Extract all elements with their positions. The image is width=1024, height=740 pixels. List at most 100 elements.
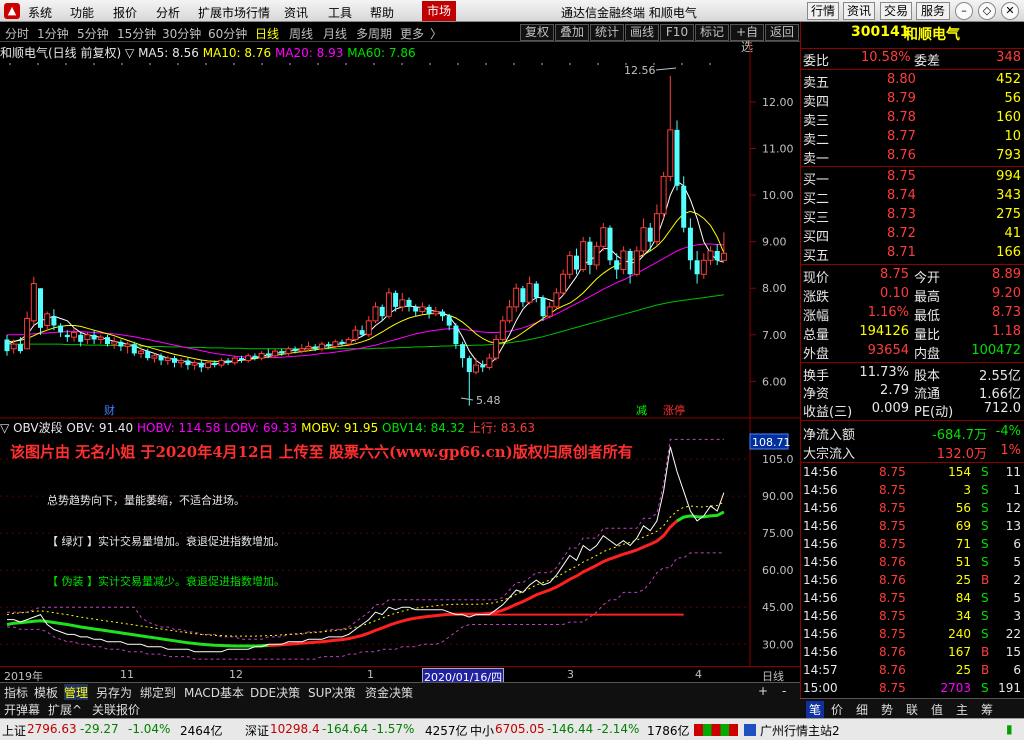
tab-sup[interactable]: SUP决策: [308, 684, 356, 701]
quote-tab-1[interactable]: 价: [831, 701, 843, 718]
tab-news[interactable]: 资讯: [843, 2, 875, 20]
tab-template[interactable]: 模板: [34, 684, 58, 701]
tab-service[interactable]: 服务: [916, 2, 950, 20]
tab-extend[interactable]: 扩展^: [48, 701, 82, 718]
tab-save-as[interactable]: 另存为: [96, 684, 132, 701]
buy-row[interactable]: 买四 8.72 41: [801, 226, 1024, 245]
marker-dot: [205, 63, 207, 65]
tick-row[interactable]: 14:56 8.76 51 S 5: [801, 555, 1024, 573]
period-intraday[interactable]: 分时: [5, 25, 29, 42]
candle-body: [178, 359, 185, 364]
event-limit-up[interactable]: 涨停: [663, 403, 685, 417]
tick-row[interactable]: 14:56 8.75 34 S 3: [801, 609, 1024, 627]
event-cai[interactable]: 财: [104, 403, 115, 417]
quote-tab-5[interactable]: 值: [931, 701, 943, 718]
buy-row[interactable]: 买二 8.74 343: [801, 188, 1024, 207]
tab-danmaku[interactable]: 开弹幕: [4, 701, 40, 718]
quote-tab-6[interactable]: 主: [956, 701, 968, 718]
minimize-icon[interactable]: –: [955, 2, 973, 20]
sz-value: 10298.4: [270, 722, 320, 736]
menu-help[interactable]: 帮助: [370, 4, 394, 21]
candle-body: [118, 341, 124, 347]
stats-button[interactable]: 统计: [590, 24, 624, 41]
period-weekly[interactable]: 周线: [289, 25, 313, 42]
menu-tools[interactable]: 工具: [328, 4, 352, 21]
tab-macd[interactable]: MACD基本: [184, 684, 244, 701]
stat-label: 最低: [914, 309, 941, 324]
period-monthly[interactable]: 月线: [323, 25, 347, 42]
draw-button[interactable]: 画线: [625, 24, 659, 41]
tick-row[interactable]: 14:56 8.76 167 B 15: [801, 645, 1024, 663]
adjust-button[interactable]: 复权: [520, 24, 554, 41]
obv-tick-label: 60.00: [762, 564, 794, 577]
period-1min[interactable]: 1分钟: [37, 25, 69, 42]
close-icon[interactable]: ✕: [1001, 2, 1019, 20]
app-logo-icon[interactable]: ▲: [4, 3, 20, 19]
quote-tab-2[interactable]: 细: [856, 701, 868, 718]
tick-row[interactable]: 14:56 8.75 3 S 1: [801, 483, 1024, 501]
sell-row[interactable]: 卖四 8.79 56: [801, 91, 1024, 110]
quote-tab-3[interactable]: 势: [881, 701, 893, 718]
divider: [801, 462, 1024, 463]
period-15min[interactable]: 15分钟: [117, 25, 156, 42]
menu-system[interactable]: 系统: [28, 4, 52, 21]
tick-row[interactable]: 14:56 8.76 25 B 2: [801, 573, 1024, 591]
period-multi[interactable]: 多周期: [356, 25, 392, 42]
period-more[interactable]: 更多: [400, 25, 424, 42]
tab-dde[interactable]: DDE决策: [250, 684, 300, 701]
tick-row[interactable]: 14:56 8.75 56 S 12: [801, 501, 1024, 519]
tab-quotes[interactable]: 行情: [807, 2, 839, 20]
buy-row[interactable]: 买五 8.71 166: [801, 245, 1024, 264]
menu-analysis[interactable]: 分析: [156, 4, 180, 21]
chevron-right-icon[interactable]: 〉: [430, 25, 442, 42]
period-30min[interactable]: 30分钟: [162, 25, 201, 42]
tick-row[interactable]: 14:56 8.75 69 S 13: [801, 519, 1024, 537]
obv-tick-label: 75.00: [762, 527, 794, 540]
tab-related-quotes[interactable]: 关联报价: [92, 701, 140, 718]
period-daily[interactable]: 日线: [255, 25, 279, 42]
f10-button[interactable]: F10: [660, 24, 694, 41]
tab-manage[interactable]: 管理: [64, 684, 89, 701]
event-jian[interactable]: 减: [636, 404, 647, 417]
sell-row[interactable]: 卖五 8.80 452: [801, 72, 1024, 91]
sell-row[interactable]: 卖三 8.78 160: [801, 110, 1024, 129]
tab-bind-to[interactable]: 绑定到: [140, 684, 176, 701]
buy-row[interactable]: 买三 8.73 275: [801, 207, 1024, 226]
zoom-in-icon[interactable]: +: [758, 684, 768, 698]
quote-tab-4[interactable]: 联: [906, 701, 918, 718]
sell-row[interactable]: 卖二 8.77 10: [801, 129, 1024, 148]
add-favorite-button[interactable]: +自选: [730, 24, 764, 54]
quote-tab-0[interactable]: 笔: [806, 701, 825, 718]
mark-button[interactable]: 标记: [695, 24, 729, 41]
tab-indicator[interactable]: 指标: [4, 684, 28, 701]
buy-row[interactable]: 买一 8.75 994: [801, 169, 1024, 188]
dropdown-triangle-icon[interactable]: ▽: [0, 421, 9, 435]
back-button[interactable]: 返回: [765, 24, 799, 41]
market-button[interactable]: 市场: [422, 1, 456, 21]
network-icon[interactable]: [744, 724, 756, 736]
tick-row[interactable]: 14:56 8.75 154 S 11: [801, 465, 1024, 483]
sh-label[interactable]: 上证: [2, 722, 26, 739]
tick-row[interactable]: 14:56 8.75 240 S 22: [801, 627, 1024, 645]
sell-row[interactable]: 卖一 8.76 793: [801, 148, 1024, 167]
tick-row[interactable]: 15:00 8.75 2703 S 191: [801, 681, 1024, 699]
overlay-button[interactable]: 叠加: [555, 24, 589, 41]
menu-quote[interactable]: 报价: [113, 4, 137, 21]
stat-row: 净资 2.79 流通 1.66亿: [801, 383, 1024, 402]
quote-tab-7[interactable]: 筹: [981, 701, 993, 718]
tab-trade[interactable]: 交易: [880, 2, 912, 20]
menu-function[interactable]: 功能: [70, 4, 94, 21]
tab-fund[interactable]: 资金决策: [365, 684, 413, 701]
period-60min[interactable]: 60分钟: [208, 25, 247, 42]
tick-row[interactable]: 14:56 8.75 84 S 5: [801, 591, 1024, 609]
zoom-out-icon[interactable]: -: [782, 684, 786, 698]
zx-label[interactable]: 中小: [470, 722, 494, 739]
restore-icon[interactable]: ◇: [978, 2, 996, 20]
server-name[interactable]: 广州行情主站2: [760, 722, 840, 739]
tick-row[interactable]: 14:57 8.76 25 B 6: [801, 663, 1024, 681]
period-5min[interactable]: 5分钟: [77, 25, 109, 42]
menu-news[interactable]: 资讯: [284, 4, 308, 21]
menu-extended-market[interactable]: 扩展市场行情: [198, 4, 270, 21]
sz-label[interactable]: 深证: [245, 722, 269, 739]
tick-row[interactable]: 14:56 8.75 71 S 6: [801, 537, 1024, 555]
